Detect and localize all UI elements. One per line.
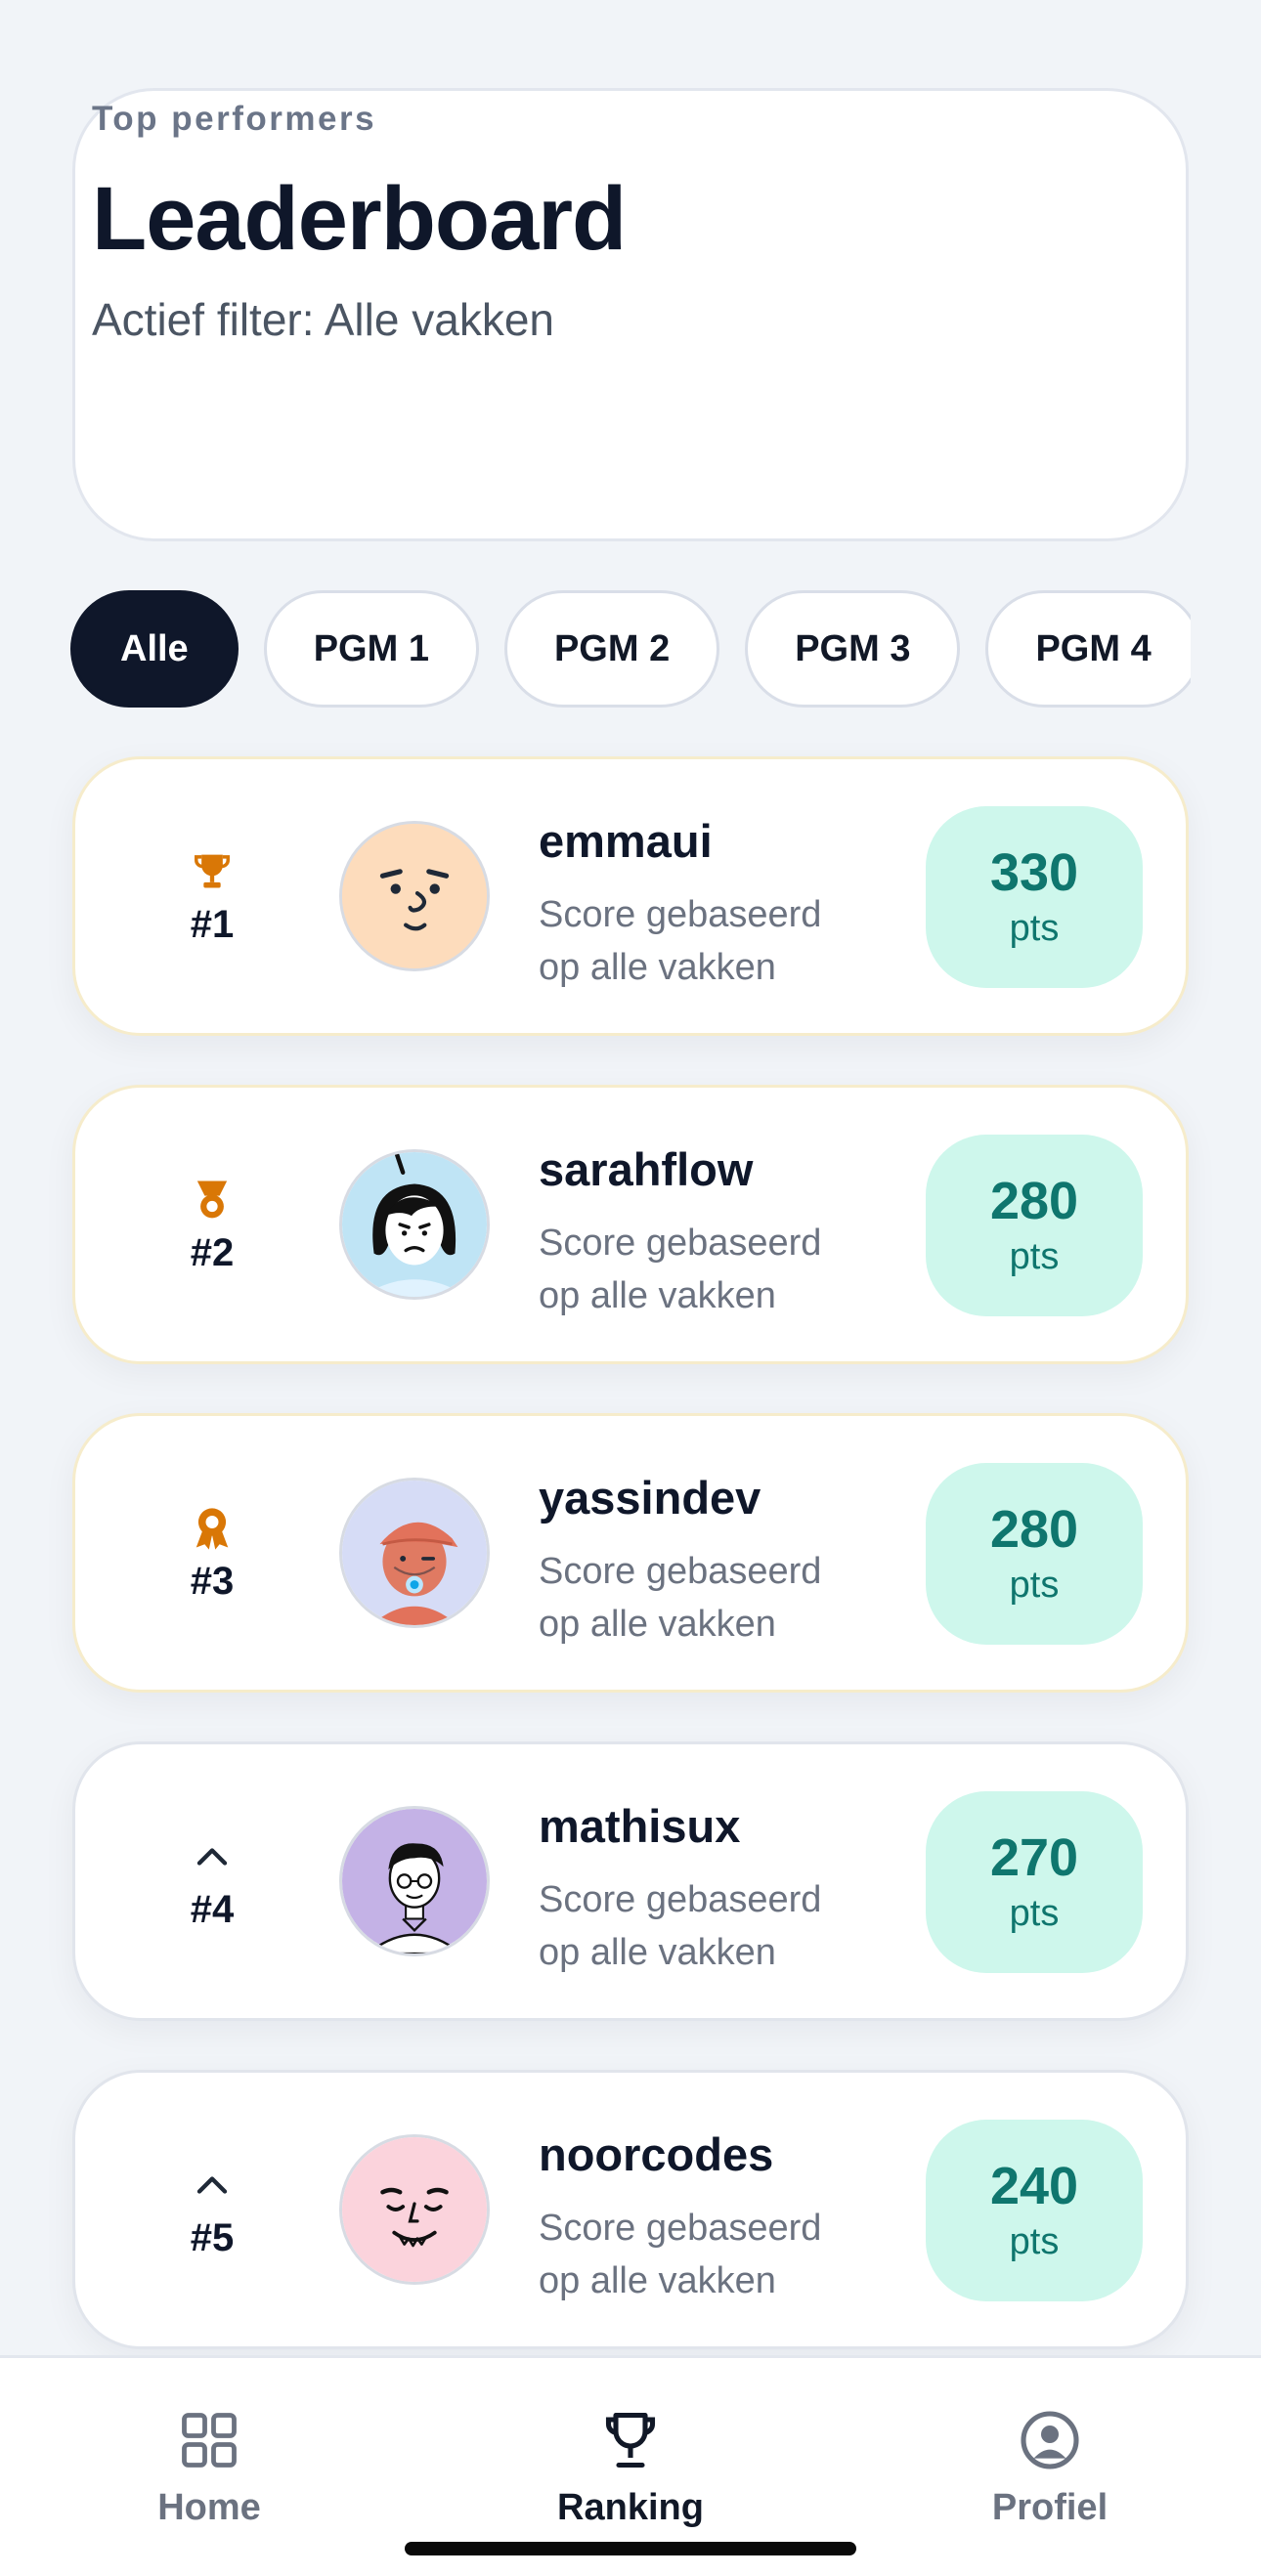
score-value: 240 xyxy=(989,2156,1079,2215)
rank-number: #3 xyxy=(190,1559,235,1603)
username: noorcodes xyxy=(539,2128,774,2180)
leaderboard-screen: Top performers Leaderboard Actief filter… xyxy=(0,0,1261,2576)
nav-home[interactable]: Home xyxy=(63,2405,356,2529)
score-unit: pts xyxy=(1009,1236,1060,1278)
score-unit: pts xyxy=(1009,2221,1060,2263)
username: mathisux xyxy=(539,1800,741,1852)
avatar xyxy=(339,2134,490,2285)
filter-chips: Alle PGM 1 PGM 2 PGM 3 PGM 4 xyxy=(70,590,1191,709)
score-description: Score gebaseerd op alle vakken xyxy=(539,2208,822,2301)
score-badge: 280 pts xyxy=(926,1135,1143,1316)
nav-profile-label: Profiel xyxy=(991,2487,1109,2528)
leaderboard-row[interactable]: #3 yassindev Score gebaseerd op alle vak… xyxy=(72,1413,1189,1693)
home-indicator xyxy=(405,2542,856,2555)
filter-chip-pgm-1[interactable]: PGM 1 xyxy=(263,590,479,708)
avatar xyxy=(339,1149,490,1300)
page-title: Leaderboard xyxy=(92,169,627,269)
chevron-up-icon xyxy=(196,1847,228,1866)
score-description: Score gebaseerd op alle vakken xyxy=(539,894,822,988)
avatar xyxy=(339,1478,490,1628)
active-filter-text: Actief filter: Alle vakken xyxy=(92,294,554,345)
score-unit: pts xyxy=(1009,908,1060,950)
trophy-icon xyxy=(195,854,230,887)
score-badge: 280 pts xyxy=(926,1463,1143,1645)
award-ribbon-icon xyxy=(196,1507,229,1550)
score-description: Score gebaseerd op alle vakken xyxy=(539,1879,822,1973)
filter-chip-pgm-2[interactable]: PGM 2 xyxy=(503,590,720,708)
username: sarahflow xyxy=(539,1143,754,1195)
score-unit: pts xyxy=(1009,1893,1060,1935)
grid-icon xyxy=(182,2413,237,2468)
leaderboard-row[interactable]: #2 sarahflow Score gebaseerd op alle vak… xyxy=(72,1085,1189,1364)
score-value: 330 xyxy=(989,842,1079,902)
username: emmaui xyxy=(539,815,713,867)
score-value: 280 xyxy=(989,1171,1079,1230)
user-circle-icon xyxy=(1021,2411,1079,2469)
score-description: Score gebaseerd op alle vakken xyxy=(539,1551,822,1645)
trophy-icon xyxy=(605,2412,656,2469)
score-badge: 270 pts xyxy=(926,1791,1143,1973)
nav-ranking[interactable]: Ranking xyxy=(484,2405,777,2529)
rank-indicator: #3 xyxy=(144,1416,281,1690)
rank-indicator: #1 xyxy=(144,759,281,1033)
filter-chip-pgm-3[interactable]: PGM 3 xyxy=(745,590,961,708)
rank-number: #5 xyxy=(190,2215,235,2259)
avatar xyxy=(339,1806,490,1956)
leaderboard-row[interactable]: #1 emmaui Score gebaseerd op alle vakken… xyxy=(72,756,1189,1036)
avatar xyxy=(339,821,490,971)
rank-number: #2 xyxy=(190,1230,235,1274)
nav-ranking-label: Ranking xyxy=(557,2487,704,2528)
nav-home-label: Home xyxy=(157,2487,261,2528)
rank-indicator: #4 xyxy=(144,1744,281,2018)
score-badge: 240 pts xyxy=(926,2120,1143,2301)
username: yassindev xyxy=(539,1472,761,1524)
leaderboard-row[interactable]: #5 noorcodes Score gebaseerd op alle vak… xyxy=(72,2070,1189,2349)
eyebrow-label: Top performers xyxy=(92,100,377,138)
rank-indicator: #5 xyxy=(144,2073,281,2346)
score-value: 280 xyxy=(989,1499,1079,1559)
score-description: Score gebaseerd op alle vakken xyxy=(539,1223,822,1316)
score-unit: pts xyxy=(1009,1565,1060,1607)
chevron-up-icon xyxy=(196,2175,228,2194)
rank-number: #4 xyxy=(190,1887,235,1931)
leaderboard-row[interactable]: #4 mathisux Score gebaseerd op alle vakk… xyxy=(72,1741,1189,2021)
nav-profile[interactable]: Profiel xyxy=(903,2405,1196,2529)
filter-chip-alle[interactable]: Alle xyxy=(70,590,239,708)
filter-chip-pgm-4[interactable]: PGM 4 xyxy=(985,590,1191,708)
rank-number: #1 xyxy=(190,902,235,946)
medal-icon xyxy=(196,1181,228,1218)
score-badge: 330 pts xyxy=(926,806,1143,988)
rank-indicator: #2 xyxy=(144,1088,281,1361)
score-value: 270 xyxy=(989,1827,1079,1887)
